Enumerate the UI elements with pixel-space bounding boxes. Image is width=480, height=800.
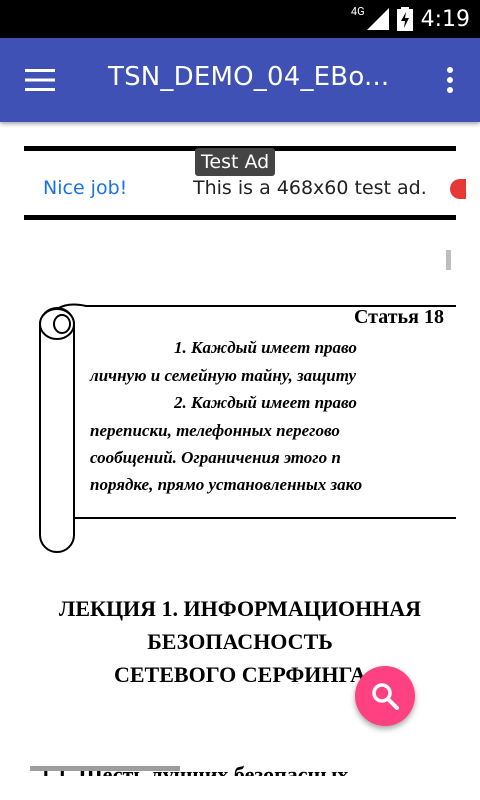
- status-bar-icons: 4G 4:19: [345, 0, 470, 38]
- status-time: 4:19: [420, 6, 470, 32]
- ad-logo-icon: [450, 179, 466, 199]
- search-fab-button[interactable]: [355, 666, 415, 726]
- test-ad-label: Test Ad: [195, 148, 276, 176]
- app-bar: TSN_DEMO_04_EBo...: [0, 38, 480, 122]
- more-vert-icon: [447, 67, 453, 93]
- ad-body-text: This is a 468x60 test ad.: [193, 177, 427, 199]
- section-underline: [30, 766, 180, 771]
- scroll-indicator[interactable]: [446, 250, 451, 270]
- article-line: порядке, прямо установленных зако: [90, 475, 363, 494]
- app-title: TSN_DEMO_04_EBo...: [108, 62, 390, 92]
- ad-nice-text: Nice job!: [43, 177, 128, 199]
- article-heading: Статья 18: [354, 306, 444, 328]
- search-icon: [372, 683, 399, 710]
- article-line: 2. Каждый имеет право: [174, 393, 357, 412]
- menu-button[interactable]: [20, 60, 60, 100]
- article-line: личную и семейную тайну, защиту: [90, 366, 357, 385]
- article-line: переписки, телефонных перегово: [90, 421, 340, 440]
- lecture-title-line: БЕЗОПАСНОСТЬ: [147, 629, 333, 654]
- battery-charging-icon: [396, 7, 413, 31]
- overflow-menu-button[interactable]: [438, 60, 462, 100]
- signal-icon: [366, 8, 389, 30]
- network-type-label: 4G: [350, 4, 365, 18]
- lecture-title-line: ЛЕКЦИЯ 1. ИНФОРМАЦИОННАЯ: [58, 596, 422, 621]
- status-bar: 4G 4:19: [0, 0, 480, 38]
- article-line: 1. Каждый имеет право: [174, 338, 357, 357]
- hamburger-menu-icon: [25, 69, 55, 91]
- article-line: сообщений. Ограничения этого п: [90, 448, 341, 467]
